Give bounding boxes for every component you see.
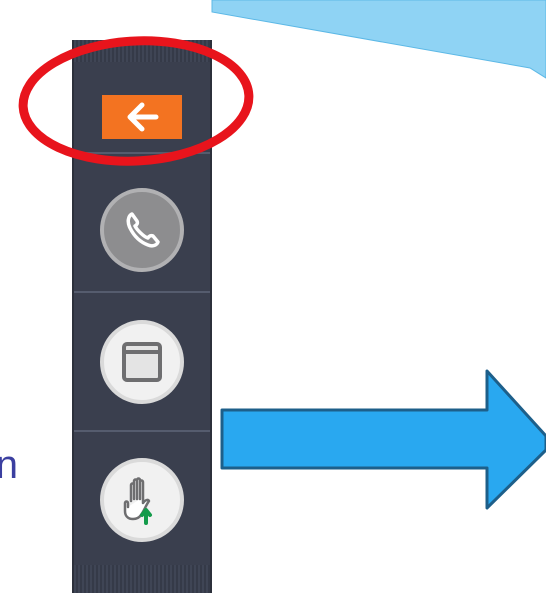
back-button-section [74, 80, 210, 154]
left-edge-text-label: n [0, 443, 18, 487]
phone-button-section [74, 170, 210, 290]
raise-hand-button[interactable] [100, 458, 184, 542]
back-button[interactable] [102, 95, 182, 139]
phone-button[interactable] [100, 188, 184, 272]
window-button-section [74, 302, 210, 422]
toolbar-divider [74, 152, 210, 154]
screenshot-stage: n [0, 0, 546, 593]
window-icon [122, 342, 162, 382]
toolbar-grip-bottom [74, 565, 210, 593]
window-button[interactable] [100, 320, 184, 404]
toolbar-divider [74, 430, 210, 432]
phone-icon [126, 212, 160, 248]
left-edge-text: n [0, 439, 20, 491]
arrow-left-icon [127, 102, 159, 132]
toolbar-divider [74, 291, 210, 293]
toolbar-grip-top [74, 40, 210, 62]
raise-hand-button-section [74, 440, 210, 560]
raise-hand-icon [123, 477, 152, 525]
call-sidebar-toolbar [72, 40, 212, 593]
